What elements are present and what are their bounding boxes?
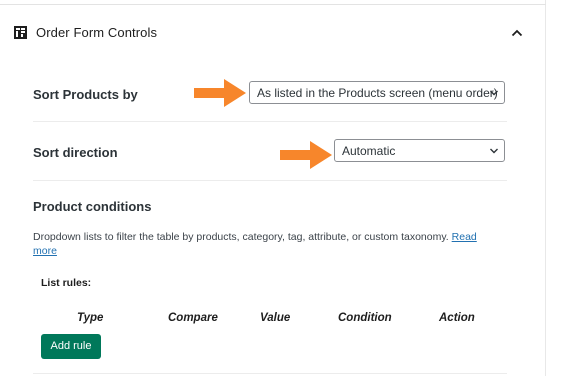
arrow-right-icon [280, 141, 332, 169]
sort-direction-label: Sort direction [33, 145, 118, 160]
sort-direction-selected-value: Automatic [342, 144, 396, 158]
column-header-compare: Compare [168, 312, 218, 324]
row-divider [33, 373, 507, 374]
product-conditions-heading: Product conditions [33, 199, 152, 214]
panel-top-divider [0, 4, 546, 5]
list-rules-label: List rules: [41, 277, 92, 289]
block-table-icon [14, 26, 27, 39]
sort-products-label: Sort Products by [33, 87, 138, 102]
chevron-down-icon [490, 90, 498, 96]
panel-header[interactable]: Order Form Controls [0, 18, 546, 50]
screenshot-canvas: Order Form Controls Sort Products by As … [0, 0, 569, 376]
order-form-controls-panel: Order Form Controls Sort Products by As … [0, 0, 546, 376]
add-rule-button[interactable]: Add rule [41, 334, 101, 359]
sort-direction-select[interactable]: Automatic [334, 139, 505, 162]
column-header-action: Action [439, 312, 475, 324]
row-divider [33, 180, 507, 181]
row-divider [33, 121, 507, 122]
chevron-up-icon[interactable] [508, 24, 526, 42]
description-text: Dropdown lists to filter the table by pr… [33, 231, 449, 243]
sort-products-select[interactable]: As listed in the Products screen (menu o… [249, 81, 505, 104]
chevron-down-icon [490, 148, 498, 154]
product-conditions-description: Dropdown lists to filter the table by pr… [33, 230, 503, 258]
column-header-type: Type [77, 312, 104, 324]
column-header-value: Value [260, 312, 291, 324]
sort-products-selected-value: As listed in the Products screen (menu o… [257, 86, 498, 100]
arrow-right-icon [194, 79, 246, 107]
column-header-condition: Condition [338, 312, 392, 324]
panel-title: Order Form Controls [36, 25, 158, 40]
